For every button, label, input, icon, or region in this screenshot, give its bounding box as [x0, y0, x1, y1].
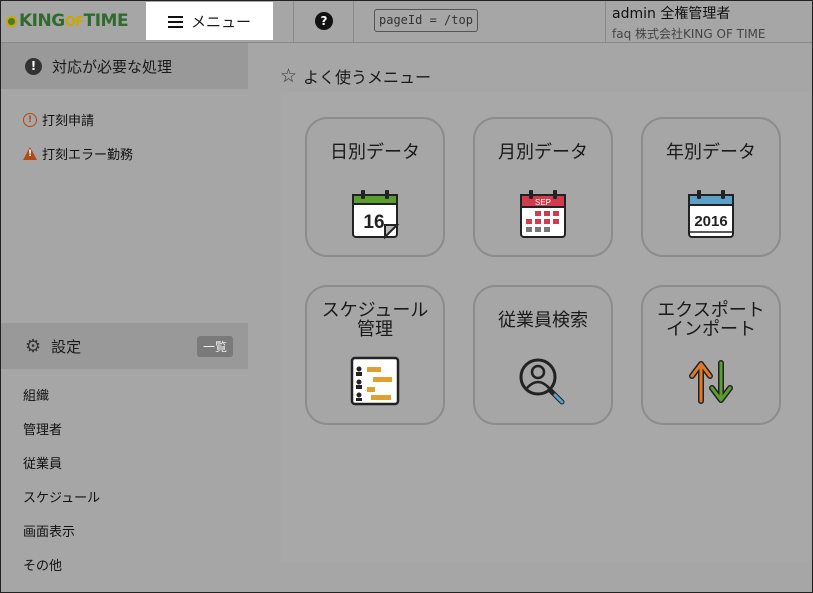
sidebar-item-label: 打刻エラー勤務	[42, 148, 134, 163]
sidebar-item-label: 打刻申請	[42, 114, 95, 129]
tile-daily-data[interactable]: 日別データ 16	[305, 117, 445, 257]
menu-button-label: メニュー	[190, 12, 251, 31]
page-id-label: pageId = /top	[374, 9, 478, 32]
header-divider	[605, 1, 606, 42]
sidebar-item-schedule[interactable]: スケジュール	[23, 487, 100, 506]
tile-label-line2: 管理	[357, 319, 393, 340]
favorites-title: ☆ よく使うメニュー	[280, 64, 431, 88]
calendar-day-icon: 16	[352, 190, 400, 240]
sidebar-item-other[interactable]: その他	[23, 555, 62, 574]
sidebar-item-label: 画面表示	[23, 525, 76, 540]
employee-search-icon	[519, 358, 565, 405]
tile-label: 従業員検索	[498, 310, 588, 331]
sidebar-item-punch-error[interactable]: ! 打刻エラー勤務	[23, 144, 133, 163]
sidebar-item-label: 従業員	[23, 457, 63, 472]
sidebar-item-display[interactable]: 画面表示	[23, 521, 75, 540]
sidebar-item-label: 組織	[23, 389, 50, 404]
tile-employee-search[interactable]: 従業員検索	[473, 285, 613, 425]
sidebar-item-punch-request[interactable]: ! 打刻申請	[23, 110, 94, 129]
top-header: KINGOFTIME メニュー ? pageId = /top admin 全権…	[1, 1, 812, 43]
sidebar-item-label: 管理者	[23, 423, 63, 438]
user-name[interactable]: admin 全権管理者	[612, 3, 730, 23]
tile-label: 日別データ	[330, 142, 420, 163]
favorites-title-text: よく使うメニュー	[303, 68, 432, 87]
tile-label: 年別データ	[666, 142, 756, 163]
gear-icon: ⚙	[25, 335, 42, 357]
king-of-time-logo[interactable]: KINGOFTIME	[6, 11, 129, 31]
sidebar-item-label: その他	[23, 559, 63, 574]
warning-triangle-icon: !	[23, 147, 37, 160]
menu-button[interactable]: メニュー	[146, 2, 273, 40]
calendar-year-number: 2016	[694, 213, 727, 230]
settings-section-header: ⚙ 設定 一覧	[1, 323, 248, 369]
sidebar-item-label: スケジュール	[23, 491, 101, 506]
hamburger-icon	[167, 15, 183, 28]
sidebar-item-organization[interactable]: 組織	[23, 385, 49, 404]
tile-label-line1: エクスポート	[657, 300, 765, 321]
settings-list-button[interactable]: 一覧	[196, 336, 233, 357]
tile-label-line2: インポート	[666, 319, 756, 340]
tasks-section-title: 対応が必要な処理	[52, 57, 173, 76]
sidebar-item-employees[interactable]: 従業員	[23, 453, 62, 472]
header-divider	[353, 1, 354, 42]
calendar-month-icon: SEP	[520, 190, 566, 238]
sidebar-item-admins[interactable]: 管理者	[23, 419, 62, 438]
tile-export-import[interactable]: エクスポート インポート	[641, 285, 781, 425]
import-export-icon	[689, 360, 733, 404]
tile-yearly-data[interactable]: 年別データ 2016	[641, 117, 781, 257]
tasks-section-header: ! 対応が必要な処理	[1, 43, 248, 89]
header-divider	[293, 1, 294, 42]
calendar-month-label: SEP	[535, 198, 551, 207]
logo-text-time: TIME	[83, 11, 129, 31]
tile-schedule-management[interactable]: スケジュール 管理	[305, 285, 445, 425]
calendar-day-number: 16	[363, 212, 384, 233]
settings-section-title: 設定	[51, 337, 82, 356]
sidebar: ! 対応が必要な処理 ! 打刻申請 ! 打刻エラー勤務 ⚙ 設定 一覧 組織 管…	[1, 43, 248, 591]
calendar-year-icon: 2016	[688, 190, 734, 238]
logo-text-king: KING	[19, 11, 65, 31]
warning-circle-icon: !	[23, 112, 37, 127]
schedule-icon	[350, 356, 400, 406]
logo-mark-icon	[6, 16, 17, 27]
tile-label-line1: スケジュール	[321, 300, 429, 321]
tile-label: 月別データ	[498, 142, 588, 163]
help-icon[interactable]: ?	[315, 12, 333, 30]
user-company: faq 株式会社KING OF TIME	[612, 27, 766, 41]
exclamation-icon: !	[25, 57, 42, 75]
logo-text-of: OF	[64, 15, 84, 30]
star-icon[interactable]: ☆	[280, 65, 297, 87]
tile-monthly-data[interactable]: 月別データ SEP	[473, 117, 613, 257]
